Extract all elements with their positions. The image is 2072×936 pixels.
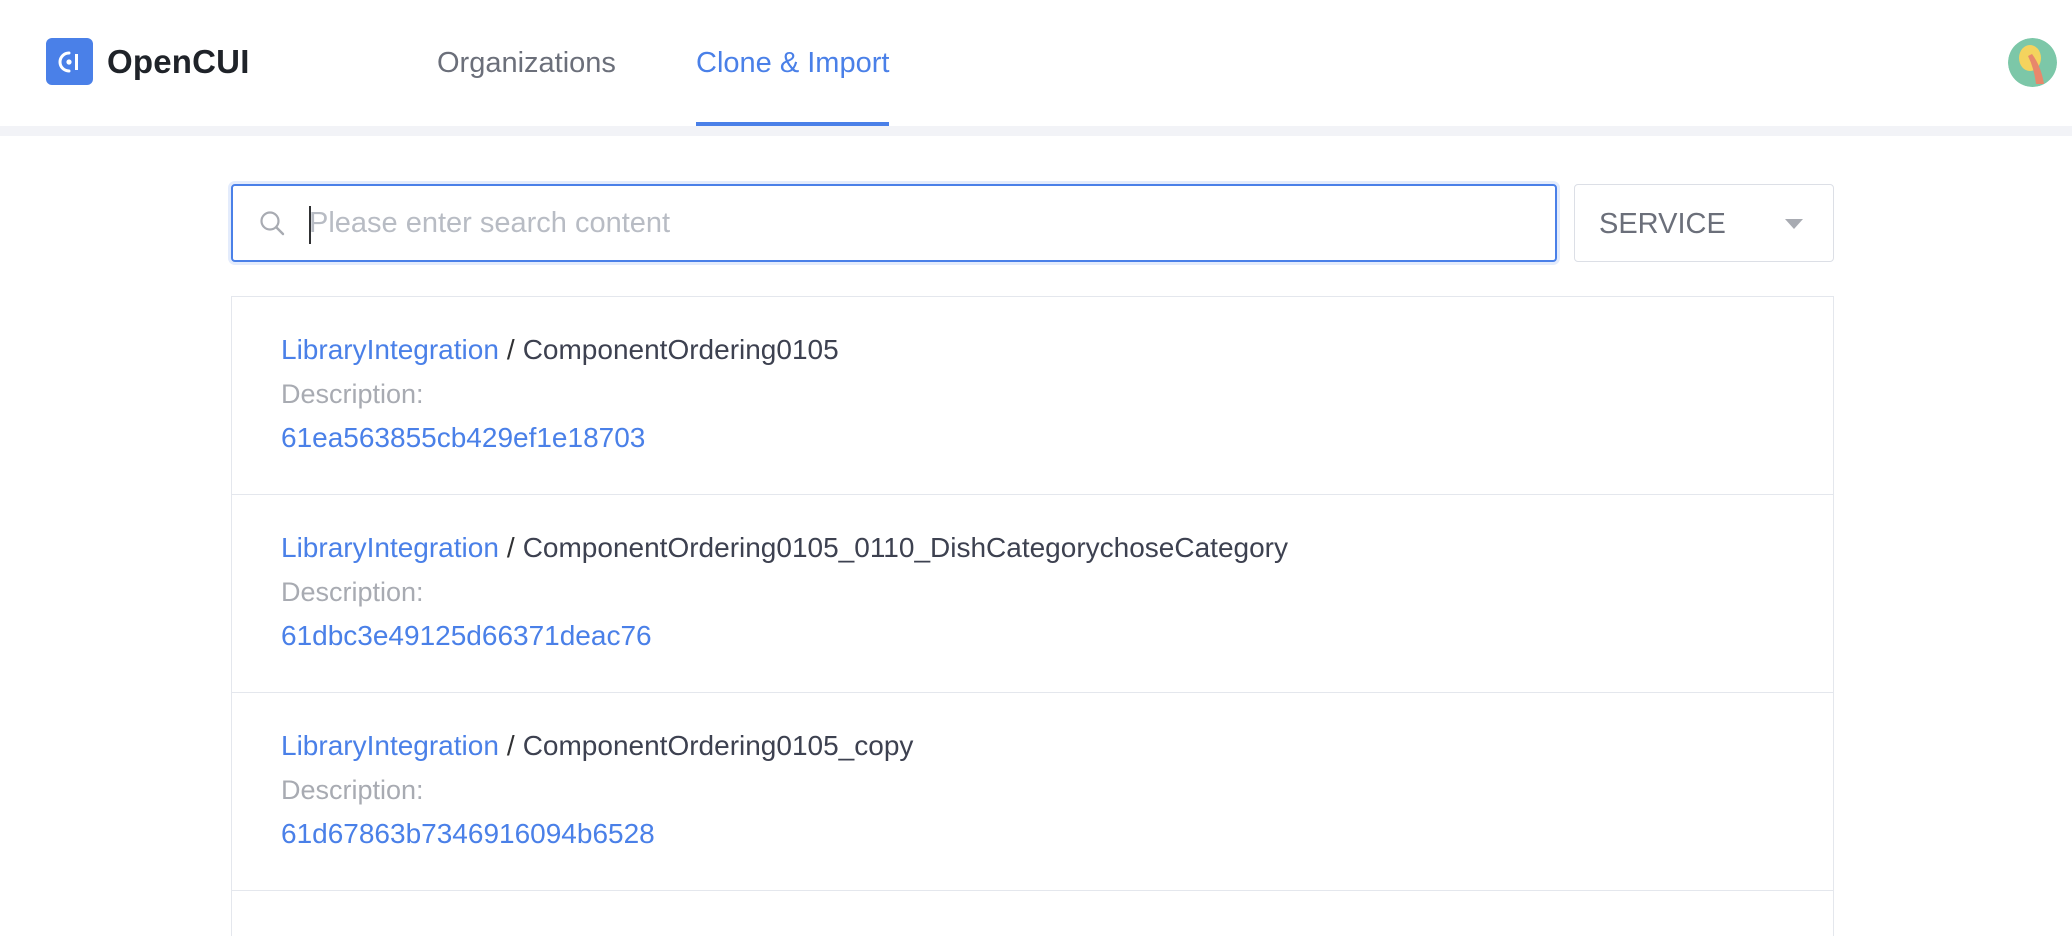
search-box[interactable] [231,184,1557,262]
path-separator: / [506,730,515,761]
chevron-down-icon [1785,219,1803,229]
project-id-link[interactable]: 61dbc3e49125d66371deac76 [281,619,652,653]
results-list: LibraryIntegration / ComponentOrdering0105… [231,296,1834,936]
header-divider [0,126,2072,136]
user-avatar[interactable] [2008,38,2057,87]
list-item[interactable]: LibraryIntegration / ComponentOrdering0105… [232,693,1833,891]
description-label: Description: [281,379,424,409]
project-name: ComponentOrdering0105_copy [522,730,914,761]
list-item[interactable]: LibraryIntegration / ComponentOrdering0105… [232,297,1833,495]
list-item[interactable]: LibraryIntegration / ComponentOrdering0105… [232,495,1833,693]
project-name: ComponentOrdering0105_0110_DishCategoryc… [522,532,1288,563]
result-title: LibraryIntegration / ComponentOrdering0105 [281,333,839,367]
project-id-link[interactable]: 61ea563855cb429ef1e18703 [281,421,645,455]
org-link[interactable]: LibraryIntegration [281,730,499,761]
org-link[interactable]: LibraryIntegration [281,334,499,365]
text-cursor [309,206,311,244]
path-separator: / [506,532,515,563]
type-filter-select[interactable]: SERVICE [1574,184,1834,262]
top-header: OpenCUI Organizations Clone & Import [0,0,2072,126]
result-title: LibraryIntegration / ComponentOrdering0105… [281,531,1288,565]
app-logo[interactable]: OpenCUI [46,38,250,85]
tab-label: Organizations [437,46,616,79]
project-name: ComponentOrdering0105 [522,334,839,365]
opencui-logo-icon [46,38,93,85]
tab-organizations[interactable]: Organizations [437,0,616,126]
search-input[interactable] [309,198,1529,248]
org-link[interactable]: LibraryIntegration [281,532,499,563]
type-filter-value: SERVICE [1599,208,1726,240]
app-name: OpenCUI [107,42,250,80]
tab-label: Clone & Import [696,46,890,79]
description-label: Description: [281,577,424,607]
project-id-link[interactable]: 61d67863b7346916094b6528 [281,817,655,851]
search-icon [260,211,285,236]
result-title: LibraryIntegration / ComponentOrdering0105… [281,729,913,763]
tab-clone-import[interactable]: Clone & Import [696,0,890,126]
path-separator: / [506,334,515,365]
description-label: Description: [281,775,424,805]
